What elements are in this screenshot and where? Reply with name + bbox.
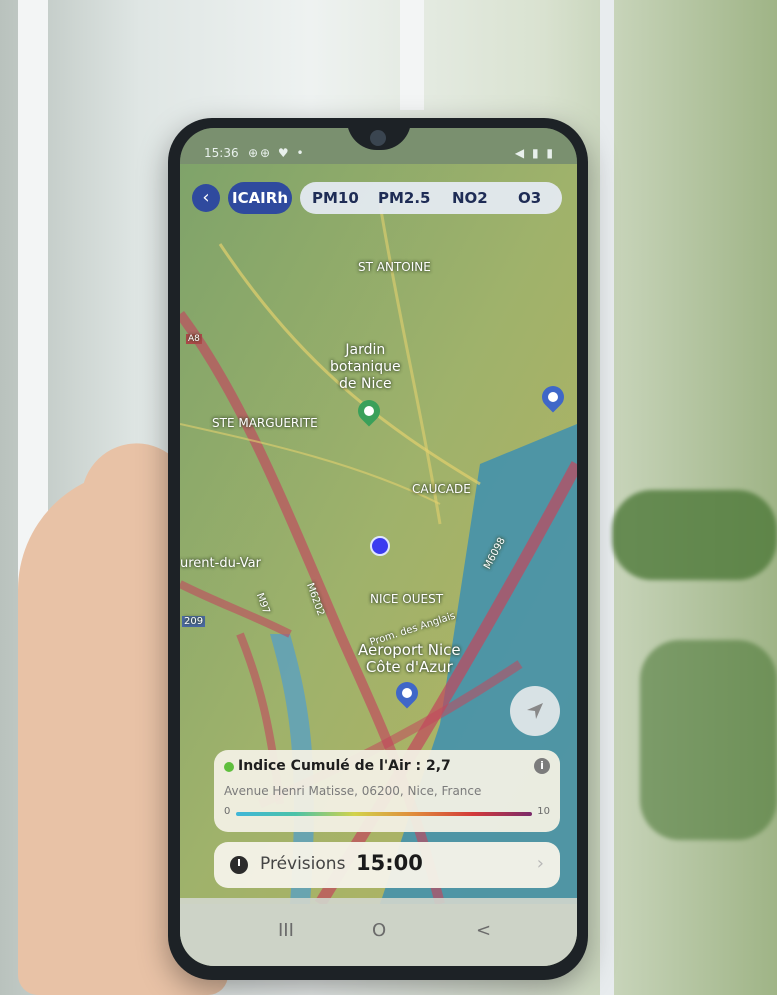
forecast-label: Prévisions [260, 854, 346, 874]
home-button[interactable]: O [372, 920, 386, 941]
pollutant-selector: ‹ ICAIRh PM10 PM2.5 NO2 O3 [192, 180, 564, 216]
recent-apps-button[interactable]: III [278, 920, 294, 941]
info-icon[interactable]: i [534, 758, 550, 774]
window-frame-mid [400, 0, 424, 110]
poi-label-aeroport: Aeroport Nice Côte d'Azur [358, 641, 461, 676]
forecast-time: 15:00 [356, 851, 423, 875]
clock-icon [230, 856, 248, 874]
map-label-st-antoine: ST ANTOINE [358, 260, 431, 274]
scale-max: 10 [537, 806, 550, 817]
map-label-ste-marguerite: STE MARGUERITE [212, 416, 318, 430]
tab-pm10[interactable]: PM10 [312, 189, 359, 207]
index-color-scale [236, 812, 532, 816]
map-label-caucade: CAUCADE [412, 482, 471, 496]
air-index-title: Indice Cumulé de l'Air : 2,7 [238, 758, 451, 774]
status-time: 15:36 [204, 146, 239, 160]
map-label-laurent-du-var: urent-du-Var [180, 556, 261, 571]
address-text: Avenue Henri Matisse, 06200, Nice, Franc… [224, 784, 482, 798]
poi-label-jardin-botanique: Jardin botanique de Nice [330, 342, 401, 392]
status-dot [224, 762, 234, 772]
chevron-right-icon[interactable]: › [537, 853, 544, 874]
navigation-arrow-icon [527, 703, 543, 719]
tab-pm25[interactable]: PM2.5 [378, 189, 431, 207]
phone-screen: 15:36 ⊕⊕ ♥ • ◀ ▮ ▮ ‹ ICAIRh PM10 PM2.5 N… [180, 128, 577, 966]
road-label-209: 209 [182, 616, 206, 627]
recenter-button[interactable] [510, 686, 560, 736]
scale-min: 0 [224, 806, 231, 817]
back-nav-button[interactable]: < [476, 920, 491, 941]
pollutant-tabs: PM10 PM2.5 NO2 O3 [300, 182, 562, 214]
road-label-a8: A8 [186, 334, 202, 344]
front-camera [370, 130, 386, 146]
current-location-dot [370, 536, 390, 556]
forecast-bar[interactable]: Prévisions 15:00 › [214, 842, 560, 888]
notification-icons: ⊕⊕ ♥ • [248, 146, 306, 160]
chevron-left-icon: ‹ [202, 187, 210, 208]
tab-o3[interactable]: O3 [518, 189, 541, 207]
hedge [612, 490, 777, 580]
air-index-card[interactable]: Indice Cumulé de l'Air : 2,7 i Avenue He… [214, 750, 560, 832]
signal-battery-icons: ◀ ▮ ▮ [514, 146, 555, 160]
back-button[interactable]: ‹ [192, 184, 220, 212]
tab-icairh[interactable]: ICAIRh [228, 182, 292, 214]
system-nav-bar: III O < [180, 898, 577, 966]
window-frame-right [600, 0, 614, 995]
map-label-nice-ouest: NICE OUEST [370, 592, 444, 606]
hedge [640, 640, 777, 840]
tab-no2[interactable]: NO2 [452, 189, 488, 207]
